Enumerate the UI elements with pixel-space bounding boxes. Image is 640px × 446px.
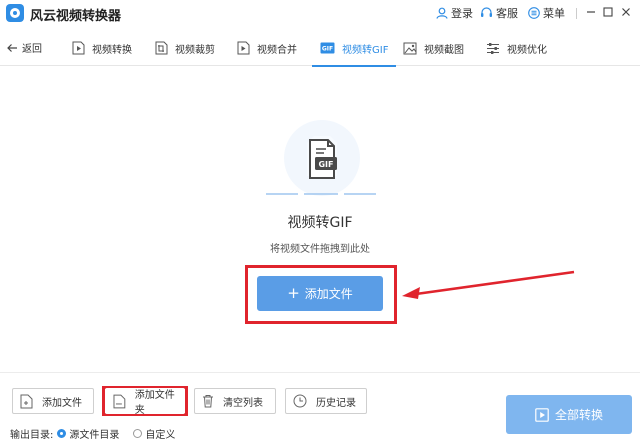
add-folder-label: 添加文件夹 [134,390,175,416]
play-icon [535,407,549,422]
tab-bar: 返回 视频转换 视频裁剪 视频合并 GIF 视频转GIF 视频截图 视频优化 [0,30,640,67]
sliders-icon [487,42,499,54]
tab-video-to-gif[interactable]: GIF 视频转GIF [311,30,397,67]
convert-all-button[interactable]: 全部转换 [506,395,632,434]
add-file-label: 添加文件 [42,397,82,409]
tab-video-merge[interactable]: 视频合并 [237,30,297,66]
trash-icon [203,395,213,408]
drop-zone-hint: 将视频文件拖拽到此处 [270,244,370,255]
clear-list-button[interactable]: 清空列表 [194,388,276,414]
tab-video-convert[interactable]: 视频转换 [72,30,132,66]
menu-label: 菜单 [543,7,565,20]
history-button[interactable]: 历史记录 [285,388,367,414]
crop-file-icon [155,41,168,55]
maximize-button[interactable] [600,4,616,20]
svg-text:GIF: GIF [322,46,333,53]
add-folder-icon [113,394,126,408]
radio-custom-dir[interactable] [133,428,143,438]
add-file-main-button[interactable]: + 添加文件 [257,276,383,311]
clock-icon [293,394,307,408]
maximize-icon [603,7,613,17]
tab-label: 视频优化 [507,44,547,56]
service-button[interactable]: 客服 [480,4,518,22]
add-folder-button[interactable]: 添加文件夹 [105,388,185,416]
clear-list-label: 清空列表 [223,397,263,409]
user-icon [436,7,448,19]
tab-label: 视频裁剪 [175,44,215,56]
gif-file-illustration: GIF [266,120,376,196]
arrow-left-icon [7,43,17,52]
title-bar: 风云视频转换器 登录 客服 菜单 [0,0,640,26]
app-logo-icon [6,4,24,22]
add-file-main-label: 添加文件 [304,287,353,301]
back-label: 返回 [22,44,42,55]
play-file-icon [72,41,85,55]
gif-badge-text: GIF [318,160,333,169]
bottom-divider [0,372,640,373]
tab-label: 视频转GIF [342,44,389,56]
close-icon [622,8,630,16]
login-label: 登录 [451,7,473,20]
menu-button[interactable]: 菜单 [528,4,565,22]
plus-icon: + [287,284,300,302]
tab-label: 视频转换 [92,44,132,56]
history-label: 历史记录 [316,397,356,409]
add-file-button[interactable]: 添加文件 [12,388,94,414]
custom-dir-label: 自定义 [145,429,176,441]
close-button[interactable] [618,4,634,20]
source-dir-label: 源文件目录 [69,429,120,441]
convert-all-label: 全部转换 [554,408,603,422]
output-label: 输出目录: [10,429,54,441]
add-file-icon [20,394,33,408]
screenshot-icon [403,42,417,54]
merge-file-icon [237,41,250,55]
app-window: 风云视频转换器 登录 客服 菜单 返回 视频转换 视频裁剪 视频合并 GIF 视… [0,0,640,446]
tab-video-optimize[interactable]: 视频优化 [486,30,547,66]
menu-icon [528,7,540,19]
drop-zone-title: 视频转GIF [287,215,353,231]
output-directory-row: 输出目录: 源文件目录 自定义 [10,426,176,441]
minimize-icon [587,11,595,13]
tab-label: 视频截图 [424,44,464,56]
app-title: 风云视频转换器 [30,9,122,24]
headset-icon [481,7,492,17]
login-button[interactable]: 登录 [436,4,473,22]
minimize-button[interactable] [583,4,599,20]
tab-label: 视频合并 [257,44,297,56]
radio-source-dir[interactable] [57,428,67,438]
titlebar-divider [576,8,577,19]
red-arrow-annotation [402,270,575,299]
gif-icon: GIF [320,42,335,54]
back-button[interactable]: 返回 [6,40,42,55]
service-label: 客服 [496,7,518,20]
tab-video-screenshot[interactable]: 视频截图 [403,30,464,66]
tab-video-crop[interactable]: 视频裁剪 [155,30,215,66]
